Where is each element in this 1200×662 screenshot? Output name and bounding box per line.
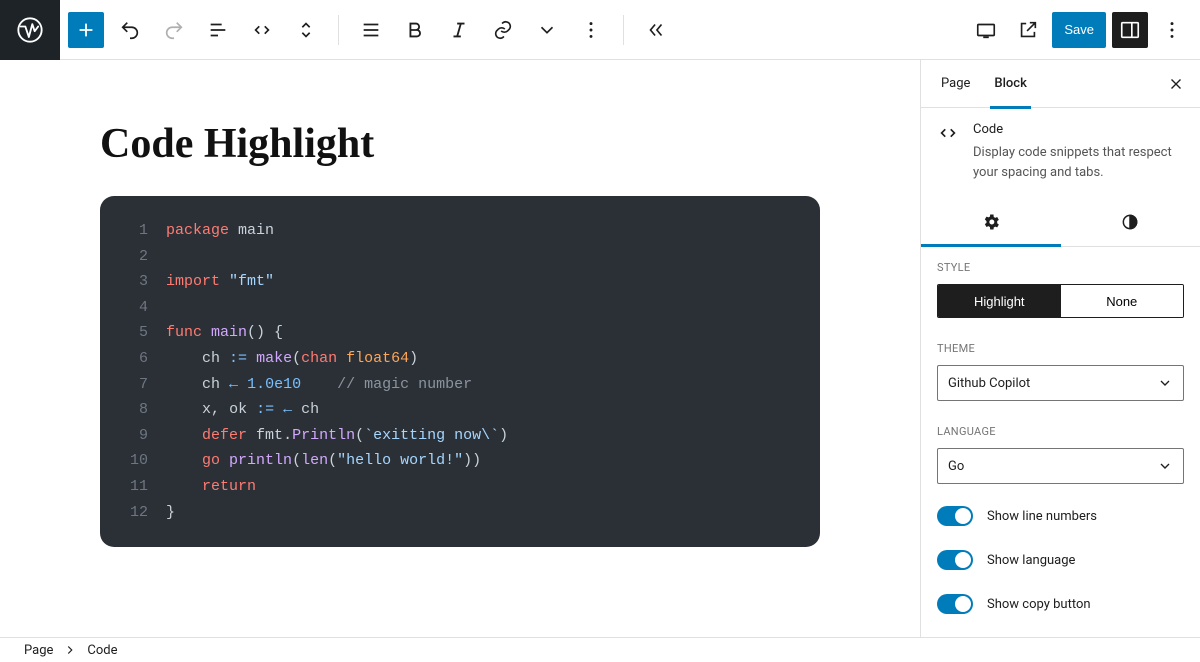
more-menu-button[interactable] <box>1154 12 1190 48</box>
line-number: 1 <box>118 218 148 244</box>
contrast-icon <box>1120 212 1140 232</box>
format-dropdown[interactable] <box>529 12 565 48</box>
line-number: 10 <box>118 448 148 474</box>
toggle-label: Show copy button <box>987 597 1091 612</box>
gear-icon <box>981 212 1001 232</box>
line-number: 4 <box>118 295 148 321</box>
more-options-button[interactable] <box>573 12 609 48</box>
toolbar-divider <box>623 15 624 45</box>
chevron-down-icon <box>1157 458 1173 474</box>
line-number: 11 <box>118 474 148 500</box>
page-title[interactable]: Code Highlight <box>100 120 870 168</box>
toggle-label: Show line numbers <box>987 509 1097 524</box>
style-label: Style <box>937 261 1184 274</box>
theme-select[interactable]: Github Copilot <box>937 365 1184 401</box>
redo-button[interactable] <box>156 12 192 48</box>
line-number: 5 <box>118 320 148 346</box>
top-toolbar: Save <box>0 0 1200 60</box>
style-none-option[interactable]: None <box>1061 285 1184 317</box>
align-button[interactable] <box>353 12 389 48</box>
breadcrumb-current[interactable]: Code <box>87 643 117 658</box>
move-updown-button[interactable] <box>288 12 324 48</box>
chevron-down-icon <box>1157 375 1173 391</box>
settings-tab[interactable] <box>921 198 1061 246</box>
language-section: Language Go <box>921 411 1200 494</box>
theme-label: Theme <box>937 342 1184 355</box>
breadcrumb-root[interactable]: Page <box>24 643 53 658</box>
tab-page[interactable]: Page <box>929 60 982 108</box>
wordpress-logo[interactable] <box>0 0 60 60</box>
language-value: Go <box>948 459 964 474</box>
add-block-button[interactable] <box>68 12 104 48</box>
style-highlight-option[interactable]: Highlight <box>938 285 1061 317</box>
undo-button[interactable] <box>112 12 148 48</box>
code-icon <box>937 122 959 182</box>
close-sidebar-button[interactable] <box>1160 68 1192 100</box>
toggle-label: Show language <box>987 553 1075 568</box>
link-button[interactable] <box>485 12 521 48</box>
block-info: Code Display code snippets that respect … <box>921 108 1200 198</box>
block-name: Code <box>973 122 1184 137</box>
code-block-icon[interactable] <box>244 12 280 48</box>
bold-button[interactable] <box>397 12 433 48</box>
line-number: 3 <box>118 269 148 295</box>
tab-block[interactable]: Block <box>982 60 1038 108</box>
settings-sidebar: Page Block Code Display code snippets th… <box>920 60 1200 637</box>
styles-tab[interactable] <box>1061 198 1200 246</box>
line-numbers-switch[interactable] <box>937 506 973 526</box>
code-block[interactable]: 1package main 2 3import "fmt" 4 5func ma… <box>100 196 820 547</box>
settings-sidebar-toggle[interactable] <box>1112 12 1148 48</box>
style-section: Style Highlight None <box>921 247 1200 328</box>
view-external-button[interactable] <box>1010 12 1046 48</box>
toggle-copy-button: Show copy button <box>921 582 1200 626</box>
line-number: 6 <box>118 346 148 372</box>
show-language-switch[interactable] <box>937 550 973 570</box>
theme-section: Theme Github Copilot <box>921 328 1200 411</box>
chevron-right-icon <box>63 643 77 657</box>
language-label: Language <box>937 425 1184 438</box>
toggle-show-language: Show language <box>921 538 1200 582</box>
line-number: 9 <box>118 423 148 449</box>
save-button[interactable]: Save <box>1052 12 1106 48</box>
language-select[interactable]: Go <box>937 448 1184 484</box>
line-number: 8 <box>118 397 148 423</box>
collapse-toolbar-button[interactable] <box>638 12 674 48</box>
italic-button[interactable] <box>441 12 477 48</box>
breadcrumb: Page Code <box>0 637 1200 662</box>
theme-value: Github Copilot <box>948 376 1030 391</box>
style-segment: Highlight None <box>937 284 1184 318</box>
block-description: Display code snippets that respect your … <box>973 143 1184 182</box>
editor-canvas[interactable]: Code Highlight 1package main 2 3import "… <box>0 60 920 637</box>
document-overview-button[interactable] <box>200 12 236 48</box>
line-number: 7 <box>118 372 148 398</box>
toolbar-divider <box>338 15 339 45</box>
preview-button[interactable] <box>968 12 1004 48</box>
line-number: 12 <box>118 500 148 526</box>
line-number: 2 <box>118 244 148 270</box>
copy-button-switch[interactable] <box>937 594 973 614</box>
toggle-line-numbers: Show line numbers <box>921 494 1200 538</box>
